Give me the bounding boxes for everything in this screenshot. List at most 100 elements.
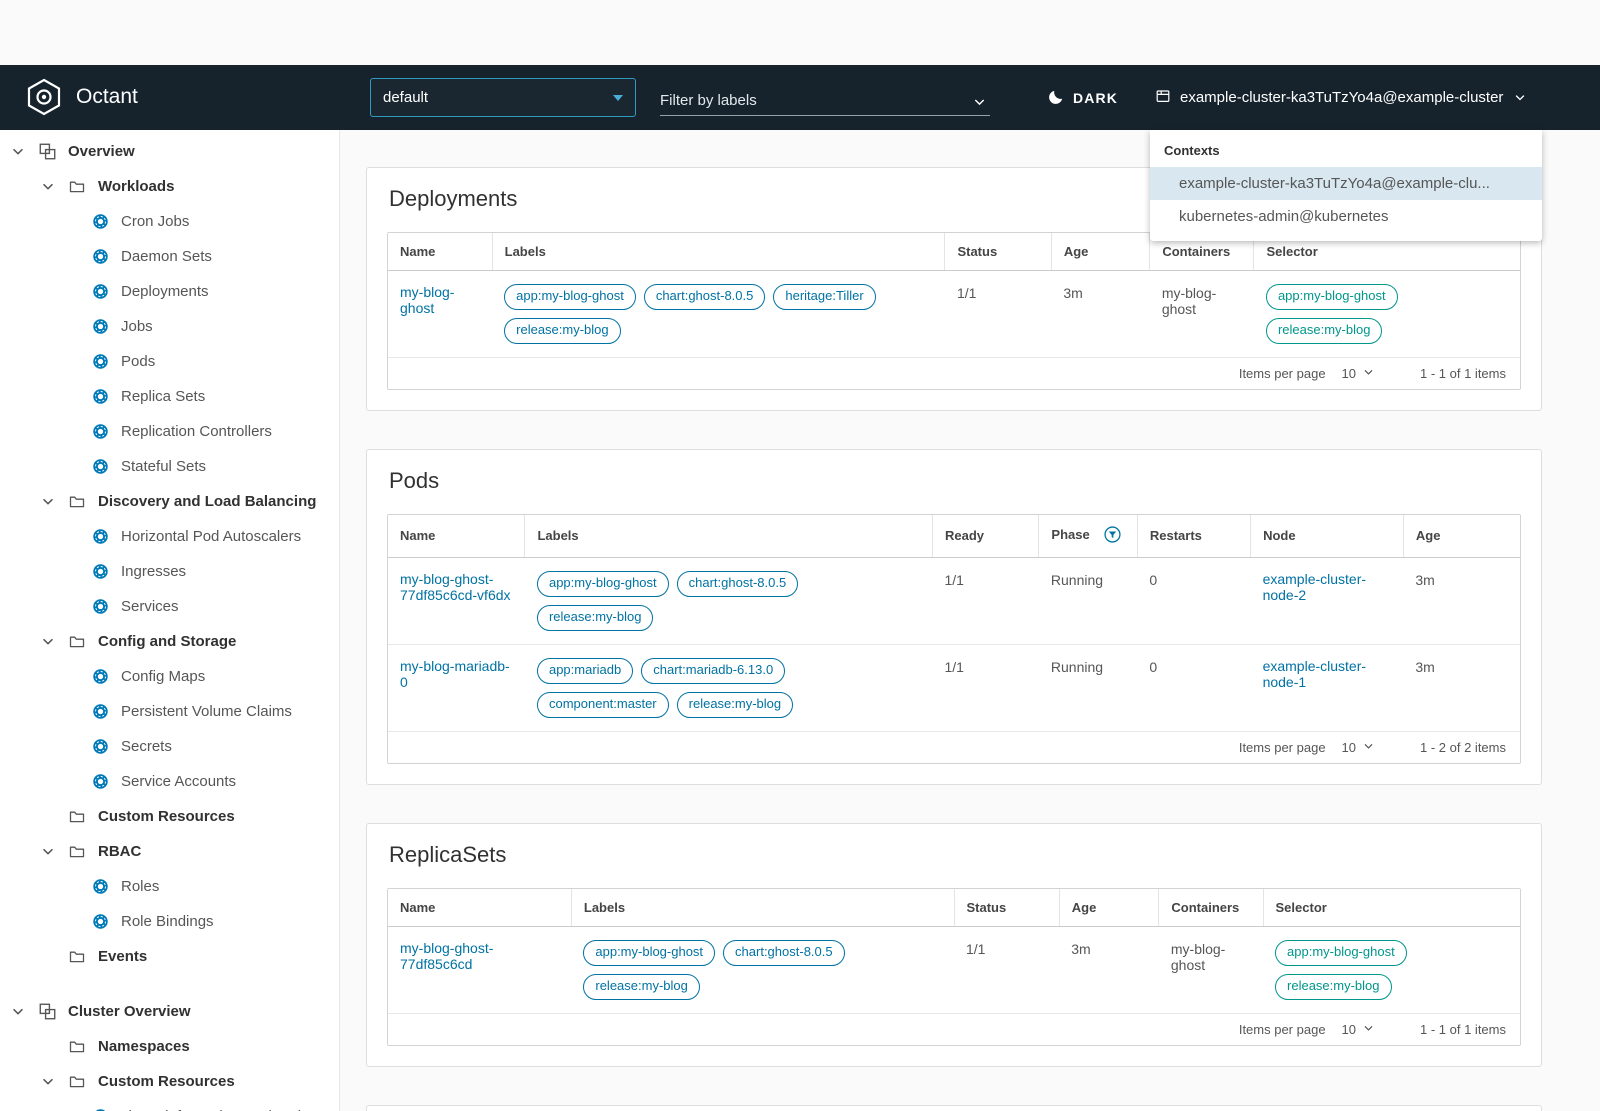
sidebar-item-label: Jobs	[121, 318, 153, 335]
sidebar-item-cron-jobs[interactable]: Cron Jobs	[0, 204, 339, 239]
sidebar-item-role-bindings[interactable]: Role Bindings	[0, 904, 339, 939]
resource-link[interactable]: example-cluster-node-1	[1263, 658, 1366, 690]
chevron-down-icon[interactable]	[973, 96, 986, 109]
sidebar-item-custom-resources[interactable]: Custom Resources	[0, 799, 339, 834]
column-header-age[interactable]: Age	[1059, 888, 1160, 927]
resource-link[interactable]: my-blog-ghost-77df85c6cd	[400, 940, 493, 972]
column-header-phase[interactable]: Phase	[1038, 514, 1138, 558]
sidebar-item-custom-resources[interactable]: Custom Resources	[0, 1064, 339, 1099]
column-header-restarts[interactable]: Restarts	[1137, 514, 1252, 558]
column-header-containers[interactable]: Containers	[1158, 888, 1264, 927]
column-header-status[interactable]: Status	[944, 233, 1052, 271]
filter-icon[interactable]	[1104, 526, 1121, 546]
sidebar-item-services[interactable]: Services	[0, 589, 339, 624]
resource-icon	[92, 388, 110, 405]
resource-link[interactable]: my-blog-ghost-77df85c6cd-vf6dx	[400, 571, 511, 603]
column-header-ready[interactable]: Ready	[932, 514, 1040, 558]
cell-value: 1/1	[944, 658, 964, 675]
sidebar-item-clusterinformations-crd-projec[interactable]: clusterinformations.crd.projec	[0, 1099, 339, 1111]
chevron-down-icon[interactable]	[12, 1006, 25, 1018]
sidebar-item-label: Pods	[121, 353, 156, 370]
column-header-label: Name	[400, 528, 436, 544]
sidebar-item-overview[interactable]: Overview	[0, 134, 339, 169]
sidebar-item-horizontal-pod-autoscalers[interactable]: Horizontal Pod Autoscalers	[0, 519, 339, 554]
context-selector-label: example-cluster-ka3TuTzYo4a@example-clus…	[1180, 89, 1504, 106]
column-header-labels[interactable]: Labels	[492, 233, 946, 271]
sidebar-item-secrets[interactable]: Secrets	[0, 729, 339, 764]
chevron-down-icon[interactable]	[42, 1076, 55, 1088]
column-header-name[interactable]: Name	[388, 888, 572, 927]
column-header-labels[interactable]: Labels	[524, 514, 933, 558]
folder-icon	[69, 634, 87, 650]
sidebar-item-namespaces[interactable]: Namespaces	[0, 1029, 339, 1064]
context-selector[interactable]: example-cluster-ka3TuTzYo4a@example-clus…	[1155, 65, 1526, 130]
sidebar-item-jobs[interactable]: Jobs	[0, 309, 339, 344]
page-range: 1 - 1 of 1 items	[1420, 1021, 1506, 1037]
column-header-label: Selector	[1275, 899, 1327, 915]
column-header-label: Selector	[1266, 244, 1318, 259]
column-header-node[interactable]: Node	[1250, 514, 1404, 558]
cell-value: 3m	[1415, 658, 1435, 675]
cell-labels: app:my-blog-ghost chart:ghost-8.0.5 releas…	[571, 926, 954, 1012]
chevron-down-icon[interactable]	[12, 146, 25, 158]
cell-labels: app:mariadb chart:mariadb-6.13.0 component…	[524, 643, 933, 731]
context-option[interactable]: example-cluster-ka3TuTzYo4a@example-clu.…	[1150, 167, 1542, 200]
sidebar-item-replica-sets[interactable]: Replica Sets	[0, 379, 339, 414]
column-header-selector[interactable]: Selector	[1263, 888, 1520, 927]
items-per-page-select[interactable]: 10	[1342, 740, 1374, 755]
label-tag: chart:ghost-8.0.5	[723, 939, 845, 966]
sidebar-item-events[interactable]: Events	[0, 939, 339, 974]
sidebar-item-service-accounts[interactable]: Service Accounts	[0, 764, 339, 799]
column-header-name[interactable]: Name	[388, 514, 526, 558]
column-header-labels[interactable]: Labels	[571, 888, 955, 927]
cell-value: 1/1	[966, 940, 986, 957]
chevron-down-icon[interactable]	[42, 846, 55, 858]
items-per-page-select[interactable]: 10	[1342, 1022, 1374, 1037]
resource-link[interactable]: my-blog-ghost	[400, 284, 454, 316]
theme-toggle[interactable]: DARK	[1048, 65, 1118, 130]
sidebar-item-daemon-sets[interactable]: Daemon Sets	[0, 239, 339, 274]
sidebar-item-deployments[interactable]: Deployments	[0, 274, 339, 309]
label-filter-input[interactable]	[660, 92, 965, 109]
sidebar-item-pods[interactable]: Pods	[0, 344, 339, 379]
table-row: my-blog-ghost-77df85c6cd app:my-blog-ghos…	[388, 926, 1520, 1012]
sidebar-item-replication-controllers[interactable]: Replication Controllers	[0, 414, 339, 449]
sidebar-item-roles[interactable]: Roles	[0, 869, 339, 904]
sidebar-item-workloads[interactable]: Workloads	[0, 169, 339, 204]
namespace-select[interactable]: default	[370, 78, 636, 117]
sidebar-item-persistent-volume-claims[interactable]: Persistent Volume Claims	[0, 694, 339, 729]
app-header: Octant default DARK example-cluster-ka3T…	[0, 65, 1600, 130]
sidebar-item-ingresses[interactable]: Ingresses	[0, 554, 339, 589]
label-filter[interactable]	[660, 80, 990, 116]
sidebar-item-label: Secrets	[121, 738, 172, 755]
chevron-down-icon[interactable]	[42, 181, 55, 193]
sidebar: Overview Workloads Cron Jobs Daemon Sets Dep…	[0, 130, 340, 1111]
column-header-age[interactable]: Age	[1403, 514, 1520, 558]
column-header-label: Containers	[1171, 899, 1240, 915]
folder-icon	[69, 494, 87, 510]
sidebar-item-config-maps[interactable]: Config Maps	[0, 659, 339, 694]
label-tag: release:my-blog	[504, 317, 621, 344]
octant-logo	[24, 77, 64, 122]
chevron-down-icon	[613, 94, 623, 101]
sidebar-item-label: Services	[121, 598, 179, 615]
column-header-name[interactable]: Name	[388, 233, 493, 271]
sidebar-item-stateful-sets[interactable]: Stateful Sets	[0, 449, 339, 484]
resource-link[interactable]: my-blog-mariadb-0	[400, 658, 510, 690]
column-header-age[interactable]: Age	[1051, 233, 1151, 271]
column-header-status[interactable]: Status	[954, 888, 1060, 927]
column-header-label: Labels	[583, 899, 626, 915]
chevron-down-icon[interactable]	[42, 636, 55, 648]
sidebar-item-rbac[interactable]: RBAC	[0, 834, 339, 869]
cell-name: my-blog-ghost-77df85c6cd	[388, 926, 571, 1012]
app-name: Octant	[76, 85, 138, 108]
sidebar-item-label: Cluster Overview	[68, 1003, 191, 1020]
items-per-page-select[interactable]: 10	[1342, 366, 1374, 381]
chevron-down-icon[interactable]	[42, 496, 55, 508]
cell-name: my-blog-ghost-77df85c6cd-vf6dx	[388, 557, 525, 644]
sidebar-item-discovery-and-load-balancing[interactable]: Discovery and Load Balancing	[0, 484, 339, 519]
context-option[interactable]: kubernetes-admin@kubernetes	[1150, 200, 1542, 233]
resource-link[interactable]: example-cluster-node-2	[1263, 571, 1366, 603]
sidebar-item-config-and-storage[interactable]: Config and Storage	[0, 624, 339, 659]
sidebar-item-cluster-overview[interactable]: Cluster Overview	[0, 994, 339, 1029]
